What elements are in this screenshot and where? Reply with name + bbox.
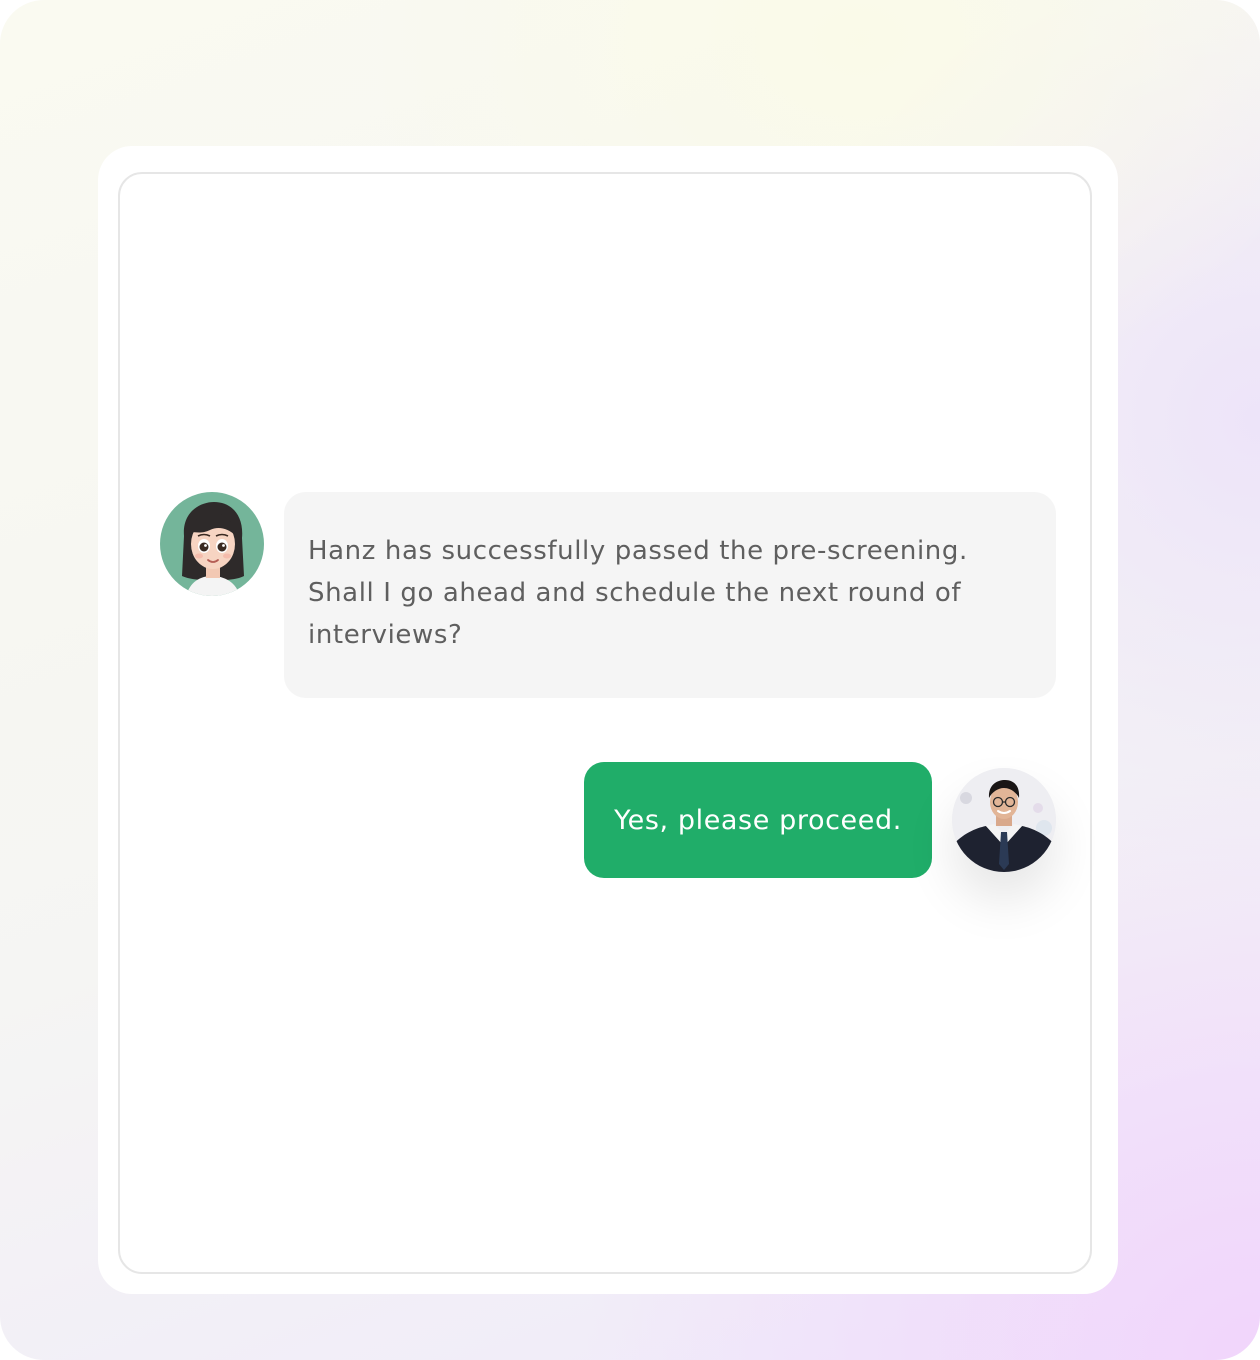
user-message-text: Yes, please proceed. — [614, 804, 902, 836]
user-message-bubble: Yes, please proceed. — [584, 762, 932, 878]
chat-panel: Hanz has successfully passed the pre-scr… — [118, 172, 1092, 1274]
chat-window-frame: Hanz has successfully passed the pre-scr… — [98, 146, 1118, 1294]
user-avatar-icon — [952, 768, 1056, 872]
businessman-photo-avatar-icon — [952, 768, 1056, 872]
assistant-message-bubble: Hanz has successfully passed the pre-scr… — [284, 492, 1056, 698]
assistant-avatar-icon — [160, 492, 264, 596]
cartoon-woman-avatar-icon — [182, 502, 244, 596]
page-background: Hanz has successfully passed the pre-scr… — [0, 0, 1260, 1360]
assistant-message-text: Hanz has successfully passed the pre-scr… — [308, 536, 968, 650]
